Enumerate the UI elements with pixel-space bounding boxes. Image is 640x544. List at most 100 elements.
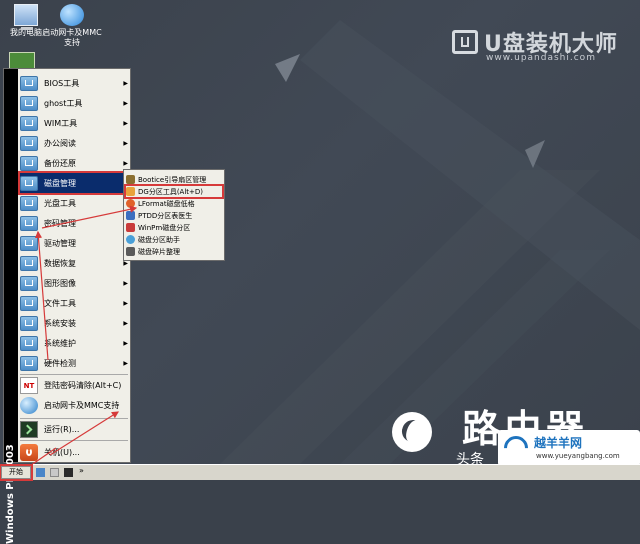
- menu-item-password-management[interactable]: 密码管理 ▶: [20, 213, 128, 233]
- desktop-icon-network-mmc[interactable]: 启动网卡及MMC支持: [40, 4, 104, 48]
- submenu-item-label: WinPm磁盘分区: [138, 223, 191, 232]
- menu-item-optical-tools[interactable]: 光盘工具 ▶: [20, 193, 128, 213]
- watermark-badge: 越羊羊网 www.yueyangbang.com: [498, 430, 640, 466]
- menu-separator: [20, 440, 128, 441]
- menu-item-network-mmc[interactable]: 启动网卡及MMC支持: [20, 395, 128, 415]
- submenu-arrow-icon: ▶: [123, 279, 128, 287]
- menu-item-clear-login-password[interactable]: NT 登陆密码清除(Alt+C): [20, 375, 128, 395]
- menu-item-wim-tools[interactable]: WIM工具 ▶: [20, 113, 128, 133]
- folder-icon: [20, 235, 38, 251]
- ptdd-icon: [126, 211, 135, 220]
- watermark-logo-icon: [392, 412, 432, 452]
- menu-item-data-recovery[interactable]: 数据恢复 ▶: [20, 253, 128, 273]
- submenu-arrow-icon: ▶: [123, 139, 128, 147]
- menu-item-label: 运行(R)...: [44, 424, 80, 434]
- menu-item-label: 密码管理: [44, 218, 76, 228]
- submenu-item-diskgenius[interactable]: DG分区工具(Alt+D): [124, 184, 224, 199]
- lformat-icon: [126, 199, 135, 208]
- submenu-arrow-icon: ▶: [123, 119, 128, 127]
- desktop-icon-label: 启动网卡及MMC支持: [42, 28, 102, 47]
- submenu-arrow-icon: ▶: [123, 299, 128, 307]
- folder-icon: [20, 115, 38, 131]
- menu-item-backup-restore[interactable]: 备份还原 ▶: [20, 153, 128, 173]
- winpm-icon: [126, 223, 135, 232]
- submenu-item-label: 磁盘分区助手: [138, 235, 180, 244]
- folder-icon: [20, 295, 38, 311]
- submenu-item-bootice[interactable]: Bootice引导扇区管理: [126, 174, 222, 185]
- submenu-arrow-icon: ▶: [123, 319, 128, 327]
- folder-icon: [20, 355, 38, 371]
- brand-url: www.upandashi.com: [486, 53, 596, 63]
- partition-assistant-icon: [126, 235, 135, 244]
- folder-icon: [20, 135, 38, 151]
- submenu-item-label: PTDD分区表医生: [138, 211, 193, 220]
- submenu-item-partition-assistant[interactable]: 磁盘分区助手: [126, 234, 222, 245]
- menu-item-driver-management[interactable]: 驱动管理 ▶: [20, 233, 128, 253]
- quicklaunch-more-icon[interactable]: »: [79, 466, 84, 475]
- submenu-item-defrag[interactable]: 磁盘碎片整理: [126, 246, 222, 257]
- folder-icon: [20, 315, 38, 331]
- submenu-item-label: DG分区工具(Alt+D): [138, 187, 204, 196]
- menu-item-label: 硬件检测: [44, 358, 76, 368]
- menu-item-file-tools[interactable]: 文件工具 ▶: [20, 293, 128, 313]
- menu-item-ghost-tools[interactable]: ghost工具 ▶: [20, 93, 128, 113]
- menu-item-label: 磁盘管理: [44, 178, 76, 188]
- menu-item-label: 启动网卡及MMC支持: [44, 400, 120, 410]
- folder-icon: [20, 255, 38, 271]
- menu-item-label: 系统安装: [44, 318, 76, 328]
- submenu-item-ptdd[interactable]: PTDD分区表医生: [126, 210, 222, 221]
- start-menu-side-label: Windows PE 2003: [5, 444, 16, 544]
- defrag-icon: [126, 247, 135, 256]
- computer-icon: [14, 4, 38, 30]
- submenu-arrow-icon: ▶: [123, 79, 128, 87]
- quicklaunch-explorer-icon[interactable]: [36, 468, 45, 477]
- menu-item-hardware-detection[interactable]: 硬件检测 ▶: [20, 353, 128, 373]
- disk-management-submenu: Bootice引导扇区管理 DG分区工具(Alt+D) LFormat磁盘低格 …: [123, 169, 225, 261]
- run-icon: [20, 420, 38, 438]
- menu-item-label: ghost工具: [44, 98, 83, 108]
- start-menu: Windows PE 2003 BIOS工具 ▶ ghost工具 ▶ WIM工具…: [3, 68, 131, 544]
- submenu-item-label: 磁盘碎片整理: [138, 247, 180, 256]
- wifi-icon: [499, 431, 533, 465]
- taskbar: 开始 »: [0, 464, 640, 481]
- folder-icon: [20, 335, 38, 351]
- start-button[interactable]: 开始: [0, 464, 33, 481]
- menu-item-label: 光盘工具: [44, 198, 76, 208]
- menu-item-label: 登陆密码清除(Alt+C): [44, 380, 122, 390]
- menu-item-label: 文件工具: [44, 298, 76, 308]
- diskgenius-icon: [126, 187, 135, 196]
- menu-item-label: 图形图像: [44, 278, 76, 288]
- menu-item-graphics[interactable]: 图形图像 ▶: [20, 273, 128, 293]
- menu-item-run[interactable]: 运行(R)...: [20, 419, 128, 439]
- menu-item-shutdown[interactable]: 关机(U)...: [20, 442, 128, 462]
- menu-item-disk-management[interactable]: 磁盘管理 ▶: [18, 171, 130, 195]
- menu-item-label: 备份还原: [44, 158, 76, 168]
- menu-item-bios-tools[interactable]: BIOS工具 ▶: [20, 73, 128, 93]
- network-globe-icon: [60, 4, 84, 26]
- menu-item-system-maintenance[interactable]: 系统维护 ▶: [20, 333, 128, 353]
- submenu-item-label: LFormat磁盘低格: [138, 199, 195, 208]
- folder-icon: [20, 195, 38, 211]
- submenu-arrow-icon: ▶: [123, 159, 128, 167]
- power-icon: [20, 443, 38, 461]
- menu-item-label: 关机(U)...: [44, 447, 80, 457]
- menu-item-label: BIOS工具: [44, 78, 80, 88]
- submenu-item-label: Bootice引导扇区管理: [138, 175, 207, 184]
- submenu-item-lformat[interactable]: LFormat磁盘低格: [126, 198, 222, 209]
- nt-password-icon: NT: [20, 376, 38, 394]
- network-globe-icon: [20, 396, 38, 414]
- submenu-arrow-icon: ▶: [123, 359, 128, 367]
- folder-icon: [20, 275, 38, 291]
- menu-item-office-reading[interactable]: 办公阅读 ▶: [20, 133, 128, 153]
- quicklaunch-recycle-icon[interactable]: [50, 468, 59, 477]
- watermark-badge-title: 越羊羊网: [534, 436, 583, 450]
- folder-icon: [20, 175, 38, 191]
- start-button-label: 开始: [9, 468, 23, 476]
- bootice-icon: [126, 175, 135, 184]
- menu-item-system-install[interactable]: 系统安装 ▶: [20, 313, 128, 333]
- quicklaunch-cmd-icon[interactable]: [64, 468, 73, 477]
- submenu-item-winpm[interactable]: WinPm磁盘分区: [126, 222, 222, 233]
- menu-item-label: WIM工具: [44, 118, 78, 128]
- usb-logo-icon: [452, 30, 478, 54]
- submenu-arrow-icon: ▶: [123, 339, 128, 347]
